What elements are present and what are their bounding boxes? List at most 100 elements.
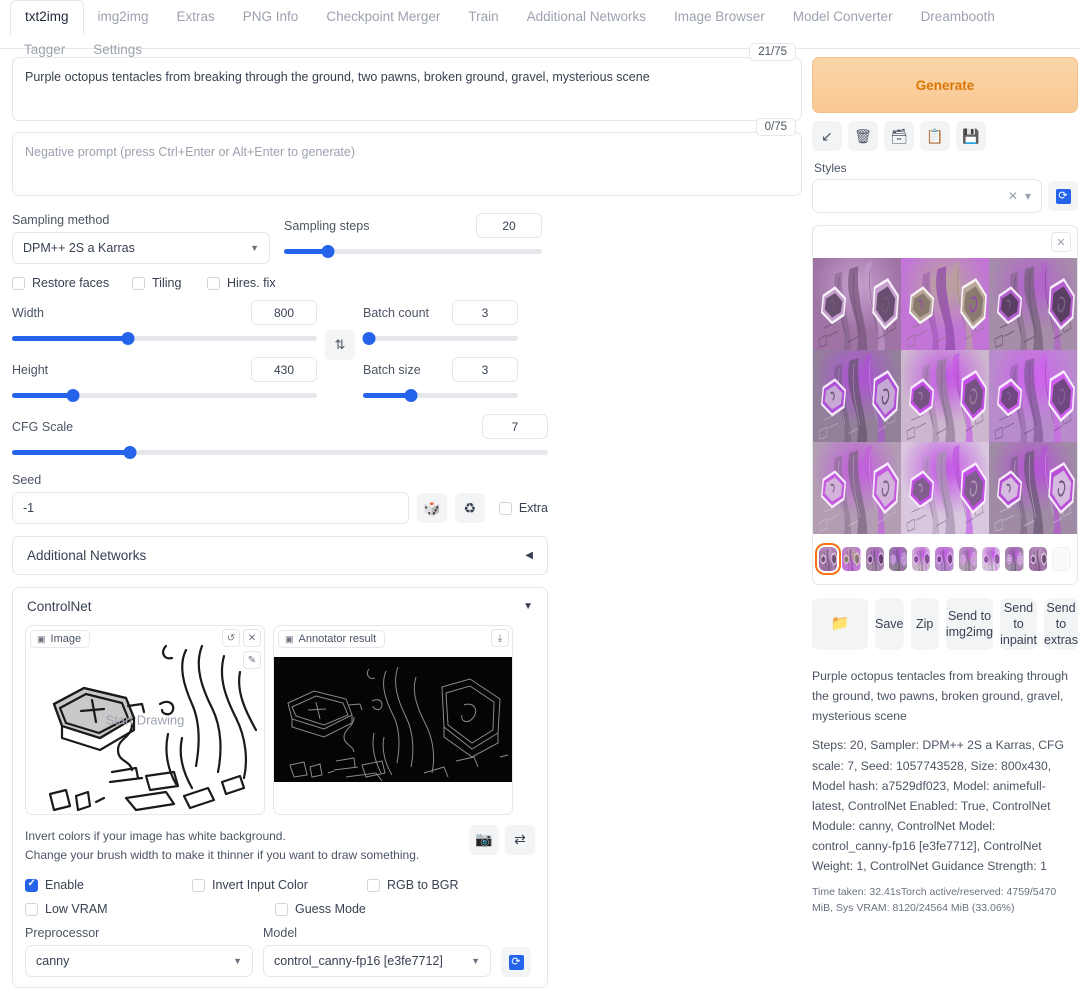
- controlnet-low-vram-checkbox[interactable]: Low VRAM: [25, 902, 275, 916]
- additional-networks-header[interactable]: Additional Networks ◀: [13, 537, 547, 574]
- tab-extras[interactable]: Extras: [163, 1, 229, 34]
- preprocessor-select[interactable]: canny ▼: [25, 945, 253, 977]
- sampling-method-value: DPM++ 2S a Karras: [23, 241, 135, 255]
- restore-faces-checkbox[interactable]: Restore faces: [12, 276, 132, 290]
- gallery-image[interactable]: [901, 350, 989, 442]
- controlnet-rgb-to-bgr-checkbox[interactable]: RGB to BGR: [367, 878, 459, 892]
- canny-edge-illustration: [274, 657, 513, 782]
- result-actions: 📁 Save Zip Send toimg2img Send toinpaint…: [812, 598, 1078, 650]
- send-to-img2img-button[interactable]: Send toimg2img: [946, 598, 993, 650]
- download-icon[interactable]: ⤓: [491, 629, 509, 647]
- sampling-steps-value[interactable]: 20: [476, 213, 542, 238]
- generate-button[interactable]: Generate: [812, 57, 1078, 113]
- batch-count-value[interactable]: 3: [452, 300, 518, 325]
- send-to-inpaint-button[interactable]: Send toinpaint: [1000, 598, 1037, 650]
- apply-style-icon[interactable]: 📋: [920, 121, 950, 151]
- restore-faces-label: Restore faces: [32, 276, 109, 290]
- restore-progress-icon[interactable]: ↙: [812, 121, 842, 151]
- additional-networks-accordion[interactable]: Additional Networks ◀: [12, 536, 548, 575]
- gallery-image[interactable]: [901, 442, 989, 534]
- gallery-image[interactable]: [901, 258, 989, 350]
- controlnet-note-line1: Invert colors if your image has white ba…: [25, 827, 419, 846]
- preprocessor-value: canny: [36, 954, 69, 968]
- tab-train[interactable]: Train: [454, 1, 512, 34]
- send-to-extras-button[interactable]: Send toextras: [1044, 598, 1078, 650]
- styles-label: Styles: [814, 161, 1078, 175]
- seed-input[interactable]: -1: [12, 492, 409, 524]
- close-gallery-icon[interactable]: ✕: [1051, 232, 1071, 252]
- controlnet-guess-mode-checkbox[interactable]: Guess Mode: [275, 902, 366, 916]
- tab-checkpoint-merger[interactable]: Checkpoint Merger: [312, 1, 454, 34]
- prompt-block: 21/75: [12, 57, 802, 124]
- tab-additional-networks[interactable]: Additional Networks: [513, 1, 660, 34]
- gallery-image[interactable]: [989, 350, 1077, 442]
- zip-button[interactable]: Zip: [911, 598, 939, 650]
- height-value[interactable]: 430: [251, 357, 317, 382]
- gallery-thumbnail[interactable]: [982, 547, 1000, 571]
- random-seed-button[interactable]: 🎲: [417, 493, 447, 523]
- annotator-pane-label: Annotator result: [299, 633, 377, 645]
- gallery-thumbnail[interactable]: [819, 547, 837, 571]
- extra-seed-checkbox[interactable]: Extra: [499, 501, 548, 515]
- sampling-steps-slider[interactable]: [284, 242, 542, 260]
- tab-png-info[interactable]: PNG Info: [229, 1, 313, 34]
- clear-styles-icon[interactable]: ✕: [1008, 189, 1018, 203]
- reuse-seed-button[interactable]: ♻: [455, 493, 485, 523]
- tab-dreambooth[interactable]: Dreambooth: [907, 1, 1009, 34]
- width-value[interactable]: 800: [251, 300, 317, 325]
- gallery-image[interactable]: [989, 258, 1077, 350]
- hires-fix-checkbox[interactable]: Hires. fix: [207, 276, 276, 290]
- undo-icon[interactable]: ↺: [222, 629, 240, 647]
- gallery-thumbnail[interactable]: [1052, 547, 1071, 571]
- prompt-token-counter: 21/75: [749, 43, 796, 61]
- swap-dimensions-button[interactable]: ⇅: [325, 330, 355, 360]
- tiling-checkbox[interactable]: Tiling: [132, 276, 207, 290]
- sampling-method-select[interactable]: DPM++ 2S a Karras ▼: [12, 232, 270, 264]
- refresh-models-button[interactable]: ⟳: [501, 947, 531, 977]
- batch-size-value[interactable]: 3: [452, 357, 518, 382]
- webcam-button[interactable]: 📷: [469, 825, 499, 855]
- extra-networks-icon[interactable]: 🗃: [884, 121, 914, 151]
- styles-select[interactable]: ✕ ▾: [812, 179, 1042, 213]
- tab-model-converter[interactable]: Model Converter: [779, 1, 907, 34]
- cfg-slider[interactable]: [12, 443, 548, 461]
- gallery-image[interactable]: [813, 442, 901, 534]
- controlnet-sketch-canvas[interactable]: Start Drawing: [25, 625, 265, 815]
- gallery-thumbnail[interactable]: [1005, 547, 1023, 571]
- gallery-thumbnail[interactable]: [959, 547, 977, 571]
- model-select[interactable]: control_canny-fp16 [e3fe7712] ▼: [263, 945, 491, 977]
- refresh-styles-button[interactable]: ⟳: [1048, 181, 1078, 211]
- feature-toggles-row: Restore faces Tiling Hires. fix: [12, 276, 548, 290]
- controlnet-enable-checkbox[interactable]: Enable: [25, 878, 192, 892]
- gallery-image[interactable]: [813, 350, 901, 442]
- checkbox-icon: [275, 903, 288, 916]
- gallery-thumbnail[interactable]: [912, 547, 930, 571]
- mirror-webcam-button[interactable]: ⇄: [505, 825, 535, 855]
- batch-count-slider[interactable]: [363, 329, 518, 347]
- tab-img2img[interactable]: img2img: [84, 1, 163, 34]
- gallery-thumbnail[interactable]: [1029, 547, 1047, 571]
- controlnet-header[interactable]: ControlNet ▼: [13, 588, 547, 625]
- gallery-thumbnail[interactable]: [842, 547, 860, 571]
- open-folder-button[interactable]: 📁: [812, 598, 868, 650]
- batch-size-slider[interactable]: [363, 386, 518, 404]
- height-slider[interactable]: [12, 386, 317, 404]
- tab-image-browser[interactable]: Image Browser: [660, 1, 779, 34]
- gallery-image[interactable]: [813, 258, 901, 350]
- prompt-input[interactable]: [12, 57, 802, 121]
- sampling-method-label: Sampling method: [12, 213, 270, 227]
- width-slider[interactable]: [12, 329, 317, 347]
- controlnet-invert-input-color-checkbox[interactable]: Invert Input Color: [192, 878, 367, 892]
- gallery-thumbnail[interactable]: [935, 547, 953, 571]
- tab-txt2img[interactable]: txt2img: [10, 0, 84, 35]
- gallery-thumbnail[interactable]: [866, 547, 884, 571]
- save-button[interactable]: Save: [875, 598, 904, 650]
- close-icon[interactable]: ✕: [243, 629, 261, 647]
- brush-icon[interactable]: ✎: [243, 651, 261, 669]
- save-style-icon[interactable]: 💾: [956, 121, 986, 151]
- gallery-image[interactable]: [989, 442, 1077, 534]
- gallery-thumbnail[interactable]: [889, 547, 907, 571]
- cfg-value[interactable]: 7: [482, 414, 548, 439]
- clear-prompt-icon[interactable]: 🗑: [848, 121, 878, 151]
- negative-prompt-input[interactable]: [12, 132, 802, 196]
